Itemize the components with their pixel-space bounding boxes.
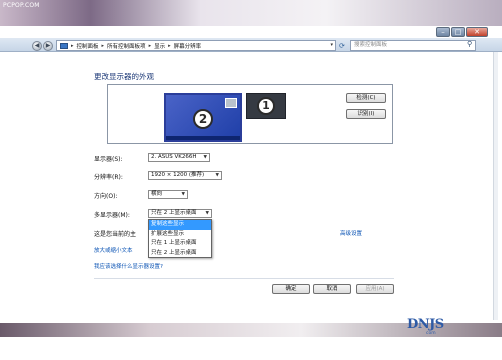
top-window-chrome: PCPOP.COM <box>0 0 502 26</box>
dropdown-option[interactable]: 只在 2 上显示桌面 <box>149 249 211 259</box>
breadcrumb-item[interactable]: 显示 <box>154 42 165 50</box>
back-button[interactable]: ◀ <box>32 41 42 51</box>
dropdown-option[interactable]: 复制这些显示 <box>149 220 211 230</box>
chevron-down-icon: ▼ <box>181 192 185 197</box>
monitor-number-badge: 2 <box>193 109 213 129</box>
address-box[interactable]: ▸ 控制面板 ▸ 所有控制面板项 ▸ 显示 ▸ 屏幕分辨率 ▾ <box>56 40 336 51</box>
text-size-link[interactable]: 放大或缩小文本 <box>94 246 133 254</box>
resolution-label: 分辨率(R): <box>94 174 123 181</box>
divider <box>94 278 394 279</box>
monitor-thumbnail <box>225 98 237 108</box>
monitor-number-badge: 1 <box>257 97 275 115</box>
breadcrumb-separator: ▸ <box>71 42 74 49</box>
resolution-select-value: 1920 × 1200 (推荐) <box>151 172 205 178</box>
watermark-text: PCPOP.COM <box>3 2 40 9</box>
monitor-1-tile[interactable]: 1 <box>246 93 286 119</box>
search-icon[interactable]: ⚲ <box>467 40 499 48</box>
orientation-label: 方向(O): <box>94 193 118 200</box>
cancel-button[interactable]: 取消 <box>313 284 351 294</box>
multi-display-select-value: 只在 2 上显示桌面 <box>151 210 197 216</box>
orientation-select-value: 横向 <box>151 191 163 197</box>
site-logo-sub: com <box>426 331 436 336</box>
scrollbar[interactable] <box>493 52 498 320</box>
page-title: 更改显示器的外观 <box>94 72 154 81</box>
dropdown-option[interactable]: 扩展这些显示 <box>149 230 211 240</box>
apply-button[interactable]: 应用(A) <box>356 284 394 294</box>
display-label: 显示器(S): <box>94 156 123 163</box>
identify-button[interactable]: 识别(I) <box>346 109 386 119</box>
breadcrumb-item[interactable]: 控制面板 <box>77 42 99 50</box>
advanced-settings-link[interactable]: 高级设置 <box>340 229 362 237</box>
orientation-select[interactable]: 横向 ▼ <box>148 190 188 199</box>
monitor-taskbar <box>166 136 240 140</box>
forward-button[interactable]: ▶ <box>43 41 53 51</box>
site-logo: DNJS <box>407 317 444 332</box>
breadcrumb-separator: ▸ <box>168 42 171 49</box>
window-controls: – □ ✕ <box>436 27 488 37</box>
display-select-value: 2. ASUS VK266H <box>151 154 197 160</box>
search-input[interactable]: 搜索控制面板 <box>350 40 476 51</box>
detect-button[interactable]: 检测(C) <box>346 93 386 103</box>
breadcrumb-item[interactable]: 所有控制面板项 <box>107 42 146 50</box>
ok-button[interactable]: 确定 <box>272 284 310 294</box>
breadcrumb-item[interactable]: 屏幕分辨率 <box>174 42 202 50</box>
maximize-button[interactable]: □ <box>451 27 465 37</box>
multi-display-dropdown: 复制这些显示 扩展这些显示 只在 1 上显示桌面 只在 2 上显示桌面 <box>148 219 212 258</box>
refresh-icon[interactable]: ⟳ <box>339 42 345 50</box>
chevron-down-icon: ▼ <box>215 173 219 178</box>
breadcrumb-separator: ▸ <box>148 42 152 49</box>
multi-display-select[interactable]: 只在 2 上显示桌面 ▼ <box>148 209 212 218</box>
primary-display-text: 这是您当前的主 <box>94 231 137 238</box>
address-bar-row: ◀ ▶ ▸ 控制面板 ▸ 所有控制面板项 ▸ 显示 ▸ 屏幕分辨率 ▾ ⟳ 搜索… <box>0 38 502 52</box>
breadcrumb-separator: ▸ <box>101 42 105 49</box>
chevron-down-icon: ▼ <box>205 211 209 216</box>
control-panel-icon <box>60 42 68 49</box>
monitor-2-tile[interactable]: 2 <box>164 93 242 142</box>
chevron-down-icon: ▼ <box>203 155 207 160</box>
minimize-button[interactable]: – <box>436 27 450 37</box>
monitor-arrangement-area: 2 1 检测(C) 识别(I) <box>107 84 393 144</box>
chevron-down-icon[interactable]: ▾ <box>330 42 333 48</box>
dropdown-option[interactable]: 只在 1 上显示桌面 <box>149 239 211 249</box>
close-button[interactable]: ✕ <box>466 27 488 37</box>
display-select[interactable]: 2. ASUS VK266H ▼ <box>148 153 210 162</box>
resolution-select[interactable]: 1920 × 1200 (推荐) ▼ <box>148 171 222 180</box>
multi-display-label: 多显示器(M): <box>94 212 130 219</box>
help-link[interactable]: 我应该选择什么显示器设置? <box>94 262 163 270</box>
